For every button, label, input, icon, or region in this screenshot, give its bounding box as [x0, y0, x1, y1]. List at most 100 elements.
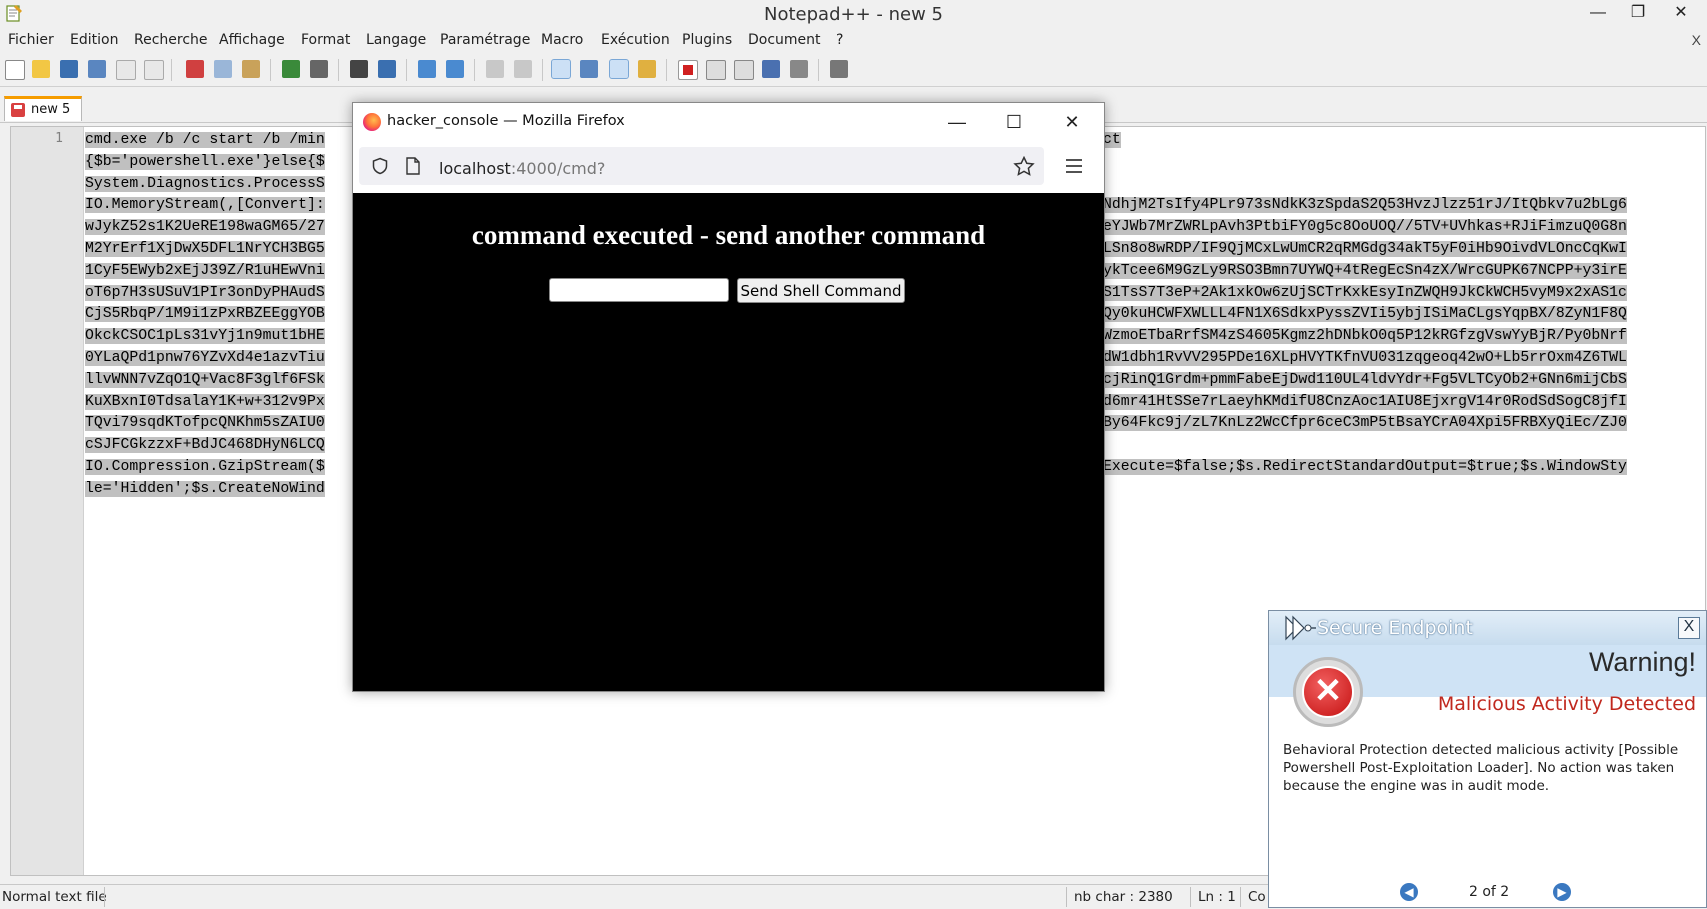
code-line: ykTcee6M9GzLy9RSO3Bmn7UYWQ+4tRegEcSn4zX/…: [1103, 262, 1627, 279]
zoom-out-icon[interactable]: [446, 60, 464, 78]
firefox-window: hacker_console — Mozilla Firefox — ☐ ✕ l…: [352, 102, 1105, 692]
firefox-close-button[interactable]: ✕: [1047, 107, 1097, 137]
redo-icon[interactable]: [310, 60, 328, 78]
popup-title: Secure Endpoint: [1317, 617, 1473, 639]
next-alert-icon[interactable]: ▶: [1553, 883, 1571, 901]
show-all-chars-icon[interactable]: [580, 60, 598, 78]
hamburger-menu-icon[interactable]: [1064, 157, 1084, 175]
line-number-gutter: 1: [11, 127, 84, 875]
window-title: Notepad++ - new 5: [764, 4, 943, 25]
secure-endpoint-popup: Secure Endpoint X Warning! ✕ Malicious A…: [1268, 610, 1707, 908]
undo-icon[interactable]: [282, 60, 300, 78]
code-line: By64Fkc9j/zL7KnLz2WcCfpr6ceC3mP5tBsaYCrA…: [1103, 415, 1627, 432]
bookmark-star-icon[interactable]: [1013, 156, 1035, 176]
copy-icon[interactable]: [214, 60, 232, 78]
status-file-type: Normal text file: [2, 889, 107, 905]
menu-plugins[interactable]: Plugins: [682, 32, 732, 48]
alert-pager: ◀ 2 of 2 ▶: [1269, 881, 1706, 905]
menu-macro[interactable]: Macro: [541, 32, 583, 48]
secure-endpoint-logo-icon: [1285, 615, 1316, 641]
replace-icon[interactable]: [378, 60, 396, 78]
code-line: LSn8o8wRDP/IF9QjMCxLwUmCR2qRMGdg34akT5yF…: [1103, 240, 1627, 257]
firefox-maximize-button[interactable]: ☐: [989, 107, 1039, 137]
menu-bar: Fichier Edition Recherche Affichage Form…: [0, 30, 1707, 52]
menu-affichage[interactable]: Affichage: [219, 32, 285, 48]
code-line: NdhjM2TsIfy4PLr973sNdkK3zSpdaS2Q53HvzJlz…: [1103, 197, 1627, 214]
shell-command-input[interactable]: [549, 278, 729, 302]
tab-label: new 5: [31, 102, 71, 117]
save-macro-icon[interactable]: [790, 60, 808, 78]
sync-vertical-icon[interactable]: [486, 60, 504, 78]
minimize-button[interactable]: —: [1578, 0, 1618, 28]
word-wrap-icon[interactable]: [551, 59, 571, 79]
code-line: d6mr41HtSSe7rLaeyhKMdifU8CnzAoc1AIU8Ejxr…: [1103, 393, 1627, 410]
alert-message: Behavioral Protection detected malicious…: [1283, 742, 1679, 794]
popup-titlebar: Secure Endpoint X: [1269, 611, 1706, 645]
menu-edition[interactable]: Edition: [70, 32, 118, 48]
close-all-icon[interactable]: [144, 60, 164, 80]
previous-alert-icon[interactable]: ◀: [1400, 883, 1418, 901]
error-icon: ✕: [1293, 657, 1363, 727]
zoom-in-icon[interactable]: [418, 60, 436, 78]
code-line: WzmoETbaRrfSM4zS4605Kgmz2hDNbkO0q5P12kRG…: [1103, 328, 1627, 345]
status-line: Ln : 1: [1198, 889, 1236, 905]
code-line: S1TsS7T3eP+2Ak1xkOw6zUjSCTrKxkEsyInZWQH9…: [1103, 284, 1627, 301]
close-document-icon[interactable]: X: [1692, 32, 1701, 48]
save-all-icon[interactable]: [88, 60, 106, 78]
firefox-logo-icon: [363, 113, 381, 131]
print-icon[interactable]: [830, 60, 848, 78]
popup-close-button[interactable]: X: [1678, 617, 1700, 639]
menu-format[interactable]: Format: [301, 32, 350, 48]
line-number: 1: [55, 131, 63, 146]
code-line: Execute=$false;$s.RedirectStandardOutput…: [1103, 458, 1627, 475]
url-bar[interactable]: localhost:4000/cmd?: [359, 147, 1044, 185]
page-icon[interactable]: [405, 157, 421, 175]
firefox-titlebar: hacker_console — Mozilla Firefox — ☐ ✕: [353, 103, 1104, 141]
firefox-minimize-button[interactable]: —: [932, 107, 982, 137]
tab-new-5[interactable]: new 5: [4, 96, 82, 121]
menu-document[interactable]: Document: [748, 32, 821, 48]
code-line: dW1dbh1RvVV295PDe16XLpHVYTKfnVU031zqgeoq…: [1103, 349, 1627, 366]
code-line: eYJWb7MrZWRLpAvh3PtbiFY0g5c8OoUOQ//5TV+U…: [1103, 219, 1627, 236]
toolbar: [0, 54, 1707, 87]
shield-icon[interactable]: [371, 157, 389, 175]
status-char-count: nb char : 2380: [1074, 889, 1173, 905]
npp-titlebar: Notepad++ - new 5 — ❐ ✕: [0, 0, 1707, 30]
menu-recherche[interactable]: Recherche: [134, 32, 208, 48]
menu-execution[interactable]: Exécution: [601, 32, 670, 48]
send-shell-command-button[interactable]: Send Shell Command: [737, 278, 905, 303]
indent-guide-icon[interactable]: [609, 59, 629, 79]
run-macro-multiple-icon[interactable]: [762, 60, 780, 78]
save-icon[interactable]: [60, 60, 78, 78]
new-file-icon[interactable]: [5, 60, 25, 80]
open-file-icon[interactable]: [32, 60, 50, 78]
code-line: cjRinQ1Grdm+pmmFabeEjDwd110UL4ldvYdr+Fg5…: [1103, 371, 1627, 388]
play-macro-icon[interactable]: [734, 60, 754, 80]
page-content: command executed - send another command …: [353, 193, 1104, 691]
alert-heading: Malicious Activity Detected: [1437, 693, 1696, 715]
close-file-icon[interactable]: [116, 60, 136, 80]
status-column: Co: [1248, 889, 1266, 905]
code-line: Qy0kuHCWFXWLLL4FN1X6SdkxPyssZVIi5ybjISiM…: [1103, 306, 1627, 323]
record-macro-icon[interactable]: [678, 60, 698, 80]
code-line: ct: [1103, 132, 1121, 148]
close-button[interactable]: ✕: [1652, 0, 1707, 28]
paste-icon[interactable]: [242, 60, 260, 78]
doc-map-icon[interactable]: [638, 60, 656, 78]
menu-help[interactable]: ?: [836, 32, 843, 48]
find-icon[interactable]: [350, 60, 368, 78]
code-text-right[interactable]: ct NdhjM2TsIfy4PLr973sNdkK3zSpdaS2Q53Hvz…: [1103, 130, 1703, 501]
menu-parametrage[interactable]: Paramétrage: [440, 32, 530, 48]
url-text[interactable]: localhost:4000/cmd?: [439, 159, 605, 178]
menu-langage[interactable]: Langage: [366, 32, 426, 48]
alert-counter: 2 of 2: [1469, 884, 1510, 900]
menu-fichier[interactable]: Fichier: [8, 32, 54, 48]
cut-icon[interactable]: [186, 60, 204, 78]
sync-horizontal-icon[interactable]: [514, 60, 532, 78]
stop-macro-icon[interactable]: [706, 60, 726, 80]
firefox-navbar: localhost:4000/cmd?: [353, 141, 1104, 194]
